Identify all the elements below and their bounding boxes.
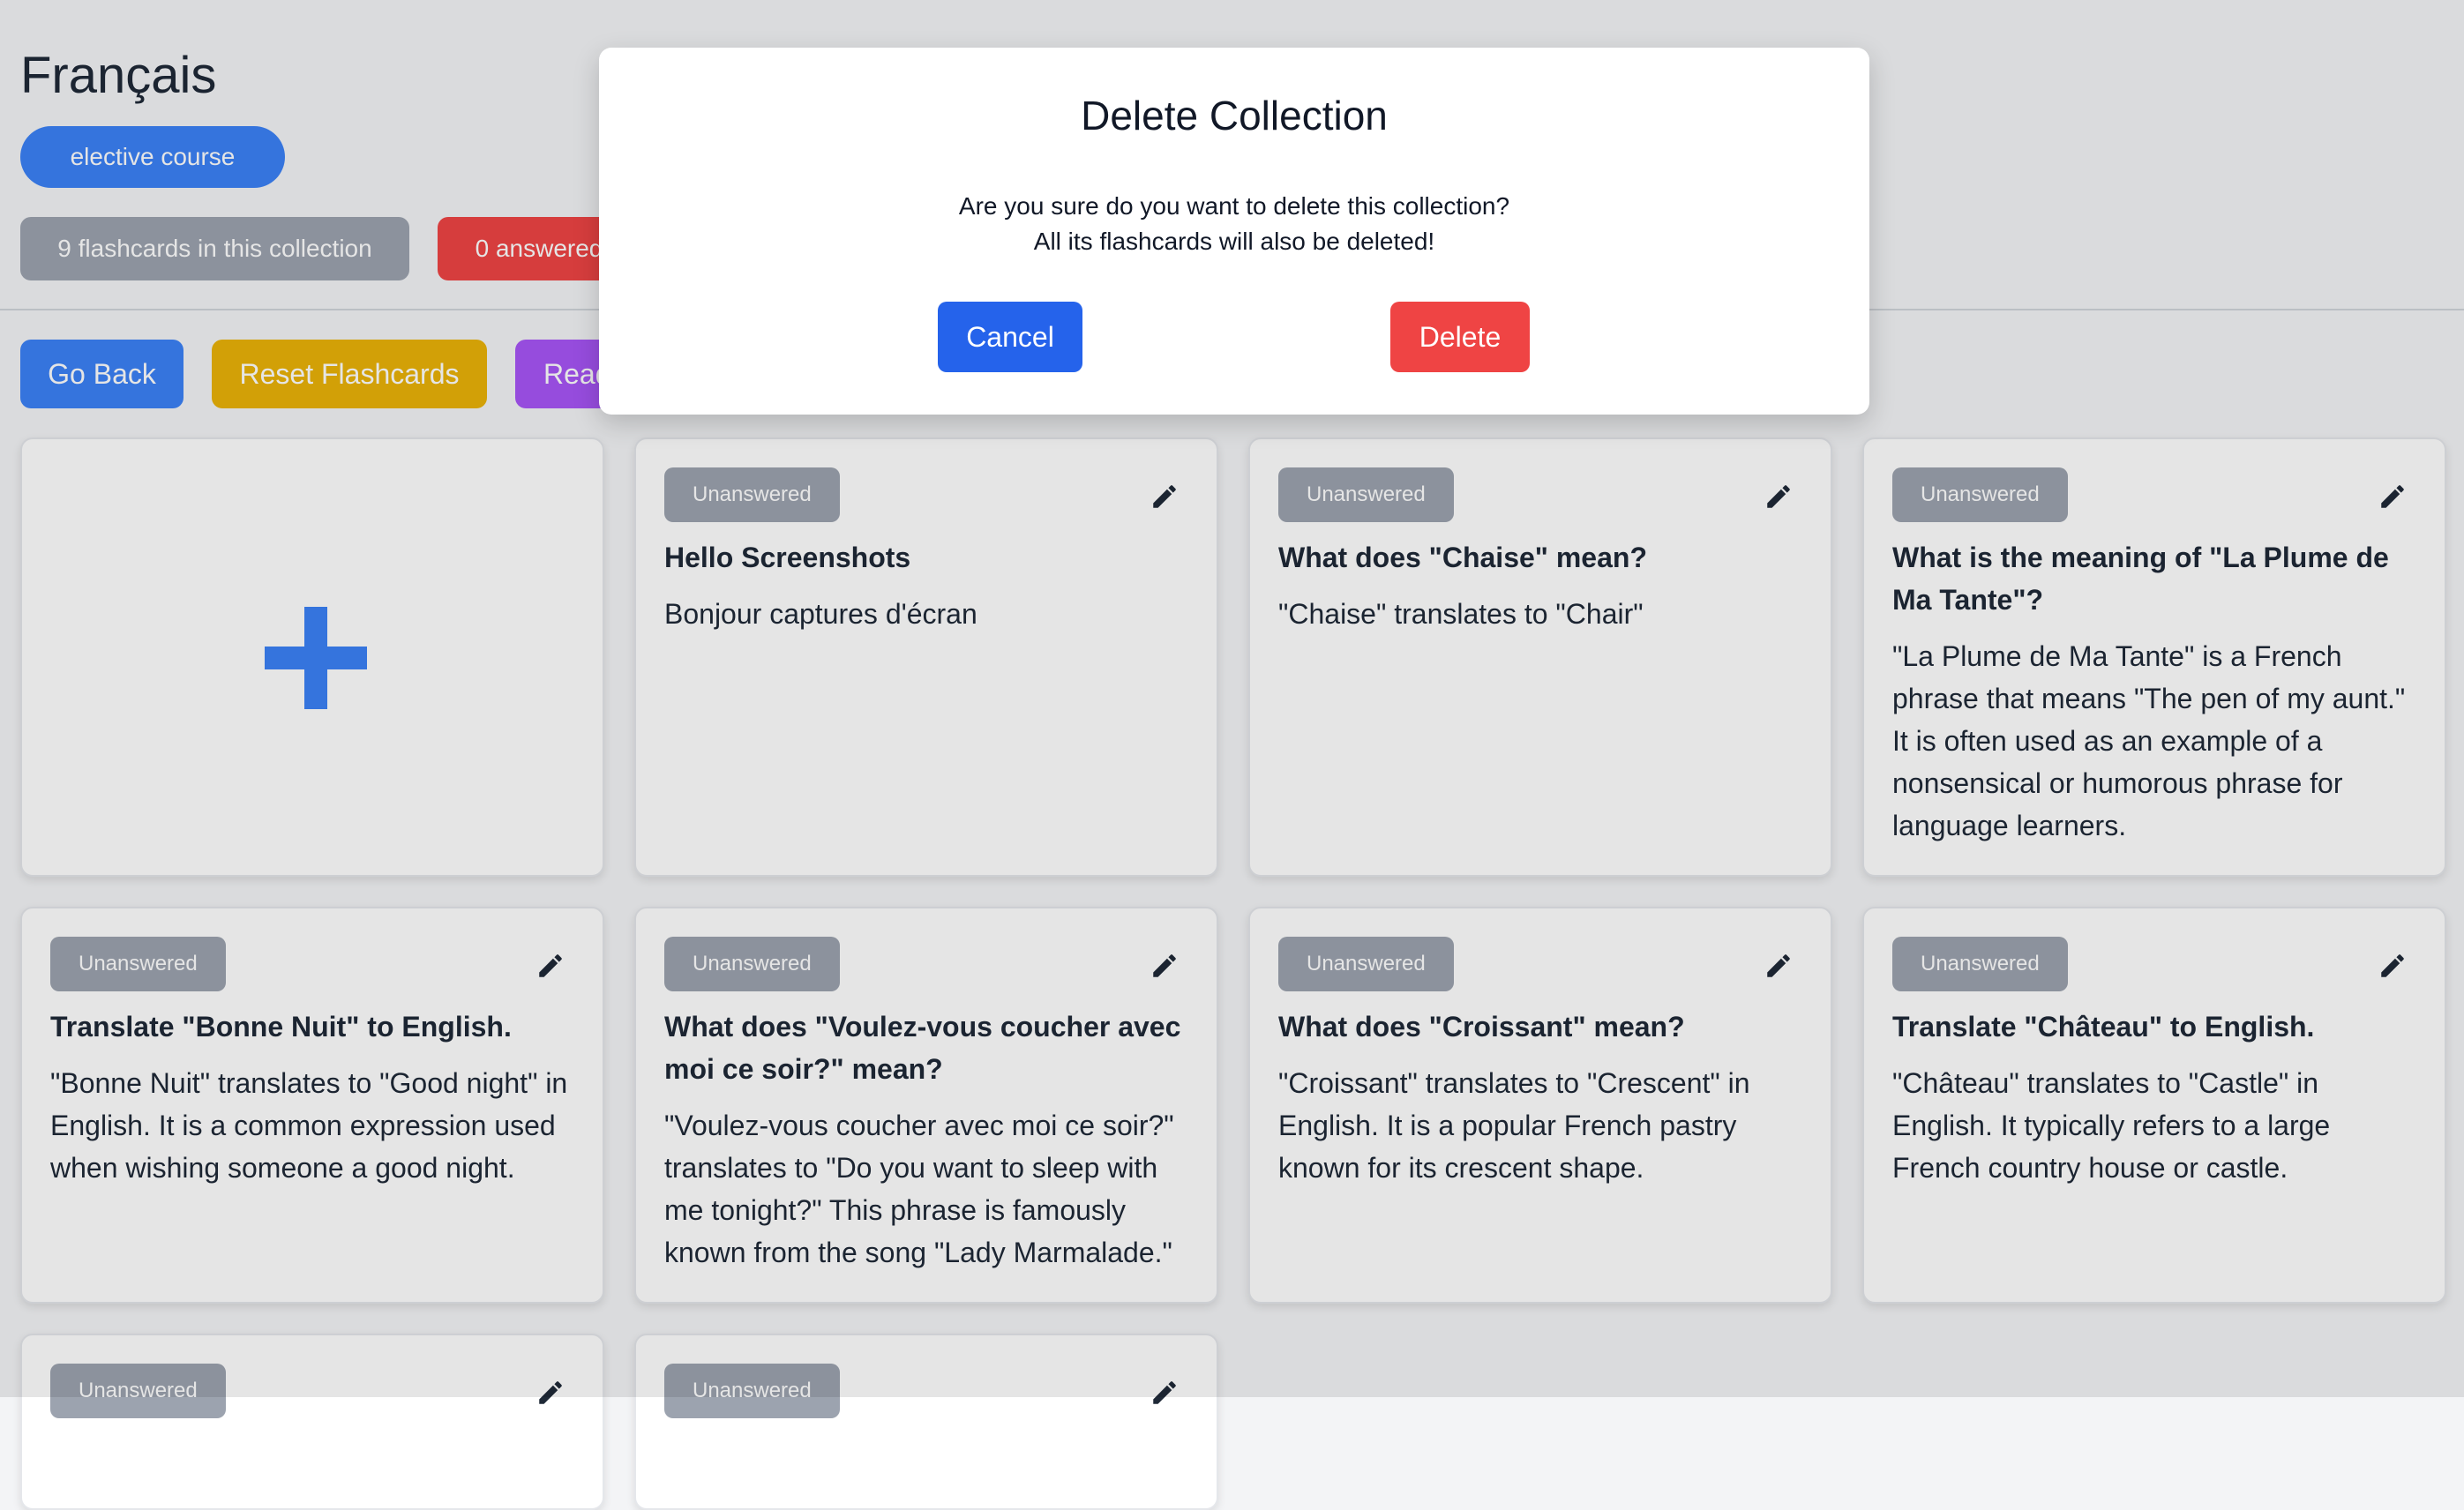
delete-collection-dialog: Delete Collection Are you sure do you wa… — [599, 48, 1869, 415]
dialog-message-line-2: All its flashcards will also be deleted! — [1033, 228, 1435, 255]
cancel-button[interactable]: Cancel — [938, 302, 1082, 372]
delete-button[interactable]: Delete — [1390, 302, 1530, 372]
dialog-message-line-1: Are you sure do you want to delete this … — [958, 192, 1510, 220]
dialog-message: Are you sure do you want to delete this … — [599, 189, 1869, 259]
dialog-title: Delete Collection — [1081, 93, 1388, 138]
